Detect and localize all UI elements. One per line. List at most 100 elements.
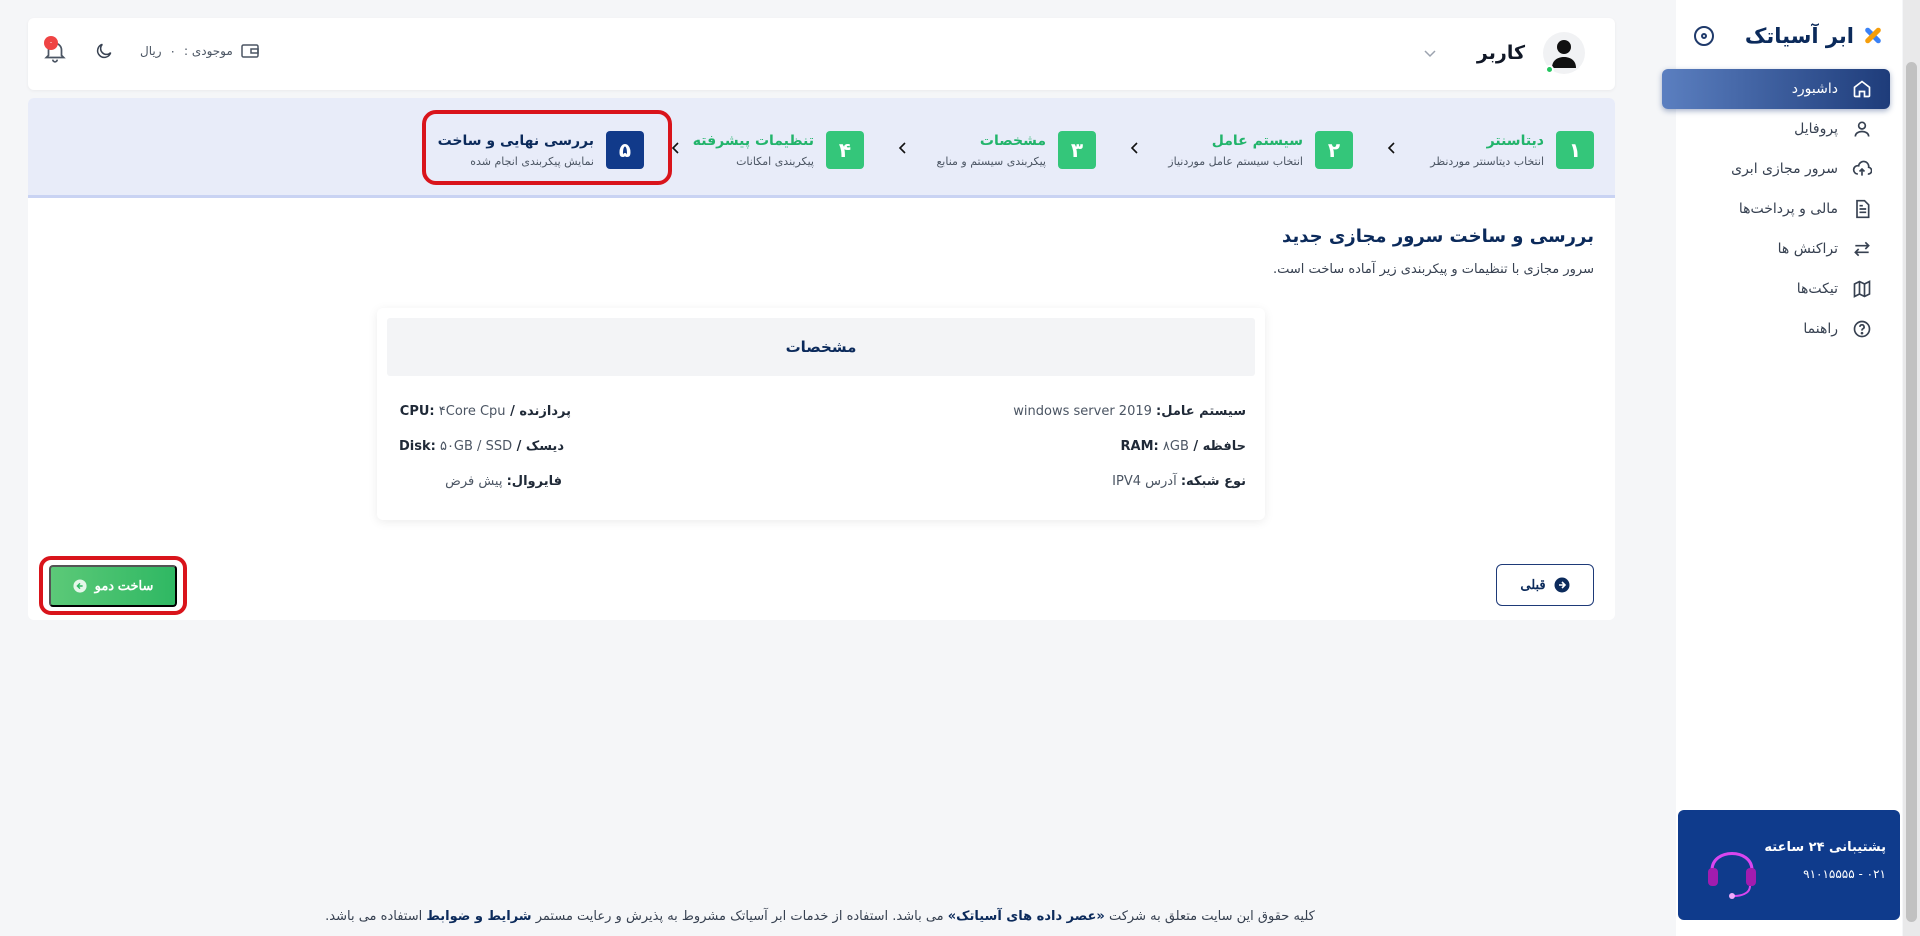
user-icon (1854, 121, 1870, 137)
step-subtitle: انتخاب دیتاسنتر موردنظر (1430, 154, 1544, 168)
step-number: ۴ (826, 131, 864, 169)
map-icon (1853, 280, 1871, 298)
top-header: کاربر ۰ موجودی : ۰ ریال (28, 18, 1615, 90)
transfer-icon (1854, 241, 1870, 257)
sidebar-item-label: مالی و پرداخت‌ها (1738, 201, 1838, 217)
step-number: ۳ (1058, 131, 1096, 169)
page-subtitle: سرور مجازی با تنظیمات و پیکربندی زیر آما… (1273, 262, 1594, 277)
wizard-stepper: ۱ دیتاسنتر انتخاب دیتاسنتر موردنظر ۲ سیست… (28, 98, 1615, 198)
step-subtitle: پیکربندی امکانات (736, 154, 814, 168)
brand-logo-icon (1862, 25, 1884, 47)
cloud-upload-icon (1852, 160, 1872, 176)
terms-link[interactable]: شرایط و ضوابط (426, 909, 531, 924)
create-demo-button[interactable]: ساخت دمو (49, 565, 177, 607)
spec-os-label: سیستم عامل: (1156, 404, 1246, 419)
previous-button-label: قبلی (1520, 577, 1546, 592)
specs-card: مشخصات سیستم عامل: windows server 2019 ح… (377, 308, 1265, 520)
arrow-circle-right-icon (1554, 577, 1570, 593)
balance-unit: ریال (140, 44, 162, 58)
sidebar: ابر آسیاتک داشبورد پروفایل سرور مجازی اب… (1662, 0, 1902, 936)
step-title: تنظیمات پیشرفته (692, 132, 814, 149)
page-scrollbar[interactable] (1903, 0, 1920, 936)
avatar[interactable] (1543, 32, 1585, 74)
sidebar-item-label: راهنما (1803, 321, 1838, 337)
help-icon (1853, 320, 1871, 338)
sidebar-item-label: تراکنش ها (1777, 241, 1838, 257)
notifications-button[interactable]: ۰ (42, 36, 68, 64)
home-icon (1853, 80, 1871, 98)
sidebar-toggle-icon[interactable] (1694, 26, 1714, 46)
wallet-balance: موجودی : ۰ ریال (140, 43, 259, 59)
highlight-box-current-step (422, 110, 672, 185)
chevron-left-icon (898, 142, 906, 154)
main-card: ۱ دیتاسنتر انتخاب دیتاسنتر موردنظر ۲ سیست… (28, 98, 1615, 620)
step-subtitle: انتخاب سیستم عامل موردنیاز (1168, 154, 1303, 168)
chevron-down-icon[interactable] (1423, 46, 1437, 60)
step-number: ۱ (1556, 131, 1594, 169)
notification-badge: ۰ (44, 36, 58, 50)
arrow-circle-left-icon (73, 579, 87, 593)
spec-firewall-label: فایروال: (506, 474, 562, 489)
spec-cpu: پردازنده / CPU: ۴Core Cpu (400, 404, 571, 419)
specs-header: مشخصات (387, 318, 1255, 376)
footer: کلیه حقوق این سایت متعلق به شرکت «عصر دا… (289, 909, 1351, 924)
sidebar-item-label: سرور مجازی ابری (1731, 161, 1838, 177)
sidebar-item-profile[interactable]: پروفایل (1662, 109, 1890, 149)
spec-disk-value: ۵۰GB / SSD (439, 439, 513, 454)
spec-ram: حافظه / RAM: ۸GB (1121, 439, 1246, 454)
spec-ram-value: ۸GB (1162, 439, 1189, 454)
sidebar-item-label: تیکت‌ها (1796, 281, 1838, 297)
header-actions: ۰ موجودی : ۰ ریال (42, 36, 259, 64)
sidebar-nav: داشبورد پروفایل سرور مجازی ابری مالی و پ… (1662, 69, 1890, 349)
chevron-left-icon (1130, 142, 1138, 154)
spec-os: سیستم عامل: windows server 2019 (1013, 404, 1246, 419)
spec-os-value: windows server 2019 (1013, 404, 1152, 419)
footer-company: «عصر داده های آسیاتک» (947, 909, 1105, 924)
brand[interactable]: ابر آسیاتک (1745, 18, 1884, 54)
page-title: بررسی و ساخت سرور مجازی جدید (1282, 226, 1594, 247)
spec-firewall-value: پیش فرض (445, 474, 503, 489)
sidebar-item-label: پروفایل (1794, 121, 1838, 137)
sidebar-item-dashboard[interactable]: داشبورد (1662, 69, 1890, 109)
spec-cpu-value: ۴Core Cpu (438, 404, 506, 419)
user-menu[interactable]: کاربر (1423, 32, 1585, 74)
sidebar-item-tickets[interactable]: تیکت‌ها (1662, 269, 1890, 309)
moon-icon[interactable] (94, 41, 114, 61)
support-card[interactable]: پشتیبانی ۲۴ ساعته ۰۲۱ - ۹۱۰۱۵۵۵۵ (1678, 810, 1900, 920)
step-subtitle: پیکربندی سیستم و منابع (936, 154, 1046, 168)
spec-network: نوع شبکه: آدرس IPV4 (1112, 474, 1246, 489)
document-icon (1856, 199, 1870, 219)
spec-network-value: آدرس IPV4 (1112, 474, 1177, 489)
step-title: دیتاسنتر (1486, 132, 1544, 149)
headset-icon (1708, 852, 1756, 899)
brand-name: ابر آسیاتک (1744, 24, 1854, 48)
footer-text-2: می باشد. استفاده از خدمات ابر آسیاتک مشر… (535, 909, 944, 924)
sidebar-item-transactions[interactable]: تراکنش ها (1662, 229, 1890, 269)
footer-text-1: کلیه حقوق این سایت متعلق به شرکت (1108, 909, 1315, 924)
footer-text-3: استفاده می باشد. (325, 909, 423, 924)
create-demo-button-label: ساخت دمو (94, 578, 154, 593)
balance-value: ۰ (169, 44, 176, 58)
user-name: کاربر (1476, 42, 1525, 64)
sidebar-item-label: داشبورد (1791, 81, 1838, 97)
step-datacenter[interactable]: ۱ دیتاسنتر انتخاب دیتاسنتر موردنظر (1430, 131, 1594, 169)
previous-button[interactable]: قبلی (1496, 564, 1594, 606)
sidebar-item-cloud-server[interactable]: سرور مجازی ابری (1662, 149, 1890, 189)
step-os[interactable]: ۲ سیستم عامل انتخاب سیستم عامل موردنیاز (1168, 131, 1353, 169)
scrollbar-thumb[interactable] (1906, 62, 1917, 922)
step-specs[interactable]: ۳ مشخصات پیکربندی سیستم و منابع (936, 131, 1096, 169)
step-title: سیستم عامل (1211, 132, 1303, 149)
sidebar-item-help[interactable]: راهنما (1662, 309, 1890, 349)
wallet-icon (241, 44, 259, 58)
chevron-left-icon (1387, 142, 1395, 154)
spec-disk: دیسک / Disk: ۵۰GB / SSD (399, 439, 564, 454)
online-status-dot (1545, 65, 1554, 74)
spec-firewall: فایروال: پیش فرض (445, 474, 562, 489)
spec-network-label: نوع شبکه: (1180, 474, 1246, 489)
step-number: ۲ (1315, 131, 1353, 169)
sidebar-item-billing[interactable]: مالی و پرداخت‌ها (1662, 189, 1890, 229)
balance-label: موجودی : (183, 44, 233, 58)
step-advanced[interactable]: ۴ تنظیمات پیشرفته پیکربندی امکانات (693, 131, 864, 169)
step-title: مشخصات (979, 132, 1046, 149)
user-avatar-icon (1552, 40, 1576, 68)
